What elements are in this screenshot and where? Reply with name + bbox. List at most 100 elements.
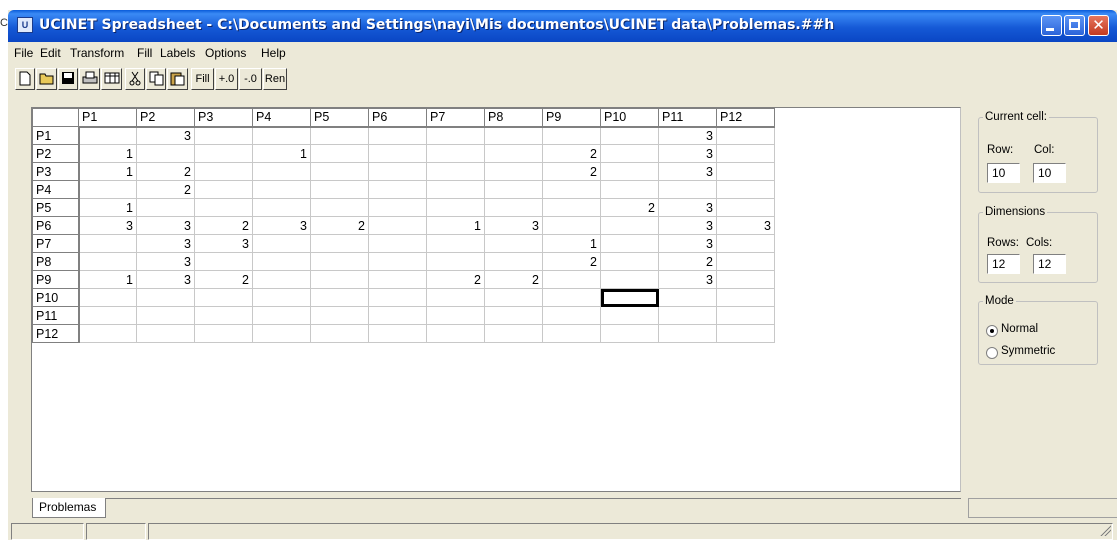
grid-cell[interactable]: 3 bbox=[484, 216, 543, 235]
grid-cell[interactable] bbox=[716, 198, 775, 217]
grid-cell[interactable] bbox=[368, 198, 427, 217]
grid-cell[interactable] bbox=[310, 324, 369, 343]
grid-cell[interactable] bbox=[310, 252, 369, 271]
grid-cell[interactable] bbox=[426, 126, 485, 145]
grid-cell[interactable]: 2 bbox=[600, 198, 659, 217]
grid-cell[interactable] bbox=[542, 180, 601, 199]
grid-cell[interactable] bbox=[368, 324, 427, 343]
row-header[interactable]: P8 bbox=[32, 252, 80, 271]
grid-cell[interactable] bbox=[252, 252, 311, 271]
remove-decimal-button[interactable]: -.0 bbox=[239, 68, 262, 90]
grid-cell[interactable] bbox=[310, 126, 369, 145]
grid-cell[interactable]: 2 bbox=[484, 270, 543, 289]
normal-radio[interactable] bbox=[986, 325, 998, 337]
grid-cell[interactable]: 3 bbox=[658, 144, 717, 163]
row-header[interactable]: P4 bbox=[32, 180, 80, 199]
grid-cell[interactable] bbox=[716, 252, 775, 271]
grid-cell[interactable] bbox=[136, 324, 195, 343]
grid-cell[interactable] bbox=[426, 234, 485, 253]
grid-cell[interactable] bbox=[136, 306, 195, 325]
menu-file[interactable]: File bbox=[14, 46, 33, 60]
grid-cell[interactable] bbox=[542, 306, 601, 325]
grid-cell[interactable] bbox=[484, 288, 543, 307]
grid-cell[interactable]: 3 bbox=[78, 216, 137, 235]
paste-button[interactable] bbox=[167, 68, 188, 90]
grid-cell[interactable]: 1 bbox=[78, 144, 137, 163]
sheet-tab-problemas[interactable]: Problemas bbox=[32, 498, 106, 518]
grid-cell[interactable]: 2 bbox=[426, 270, 485, 289]
menu-options[interactable]: Options bbox=[205, 46, 246, 60]
grid-cell[interactable] bbox=[252, 234, 311, 253]
grid-cell[interactable]: 3 bbox=[658, 198, 717, 217]
row-header[interactable]: P12 bbox=[32, 324, 80, 343]
grid-cell[interactable] bbox=[542, 324, 601, 343]
grid-cell[interactable]: 3 bbox=[658, 216, 717, 235]
column-header[interactable]: P3 bbox=[194, 108, 253, 128]
cols-field[interactable]: 12 bbox=[1033, 254, 1066, 274]
ucinet-app-icon[interactable]: U bbox=[17, 17, 33, 33]
grid-cell[interactable]: 3 bbox=[136, 270, 195, 289]
row-header[interactable]: P3 bbox=[32, 162, 80, 181]
grid-cell[interactable] bbox=[716, 162, 775, 181]
column-header[interactable]: P7 bbox=[426, 108, 485, 128]
grid-cell[interactable] bbox=[716, 288, 775, 307]
grid-cell[interactable] bbox=[310, 162, 369, 181]
grid-cell[interactable]: 3 bbox=[194, 234, 253, 253]
grid-cell[interactable] bbox=[368, 234, 427, 253]
grid-cell[interactable] bbox=[252, 306, 311, 325]
grid-cell[interactable] bbox=[600, 216, 659, 235]
grid-cell[interactable] bbox=[658, 324, 717, 343]
grid-cell[interactable]: 1 bbox=[78, 270, 137, 289]
grid-cell[interactable]: 2 bbox=[194, 216, 253, 235]
row-header[interactable]: P10 bbox=[32, 288, 80, 307]
print-button[interactable] bbox=[79, 68, 100, 90]
grid-cell[interactable] bbox=[368, 180, 427, 199]
grid-cell[interactable] bbox=[600, 126, 659, 145]
grid-cell[interactable] bbox=[310, 288, 369, 307]
current-col-field[interactable]: 10 bbox=[1033, 163, 1066, 183]
save-button[interactable] bbox=[58, 68, 78, 90]
grid-cell[interactable]: 2 bbox=[658, 252, 717, 271]
grid-cell[interactable] bbox=[78, 252, 137, 271]
grid-cell[interactable] bbox=[426, 306, 485, 325]
grid-cell[interactable] bbox=[194, 180, 253, 199]
menu-edit[interactable]: Edit bbox=[40, 46, 61, 60]
normal-label[interactable]: Normal bbox=[1001, 323, 1038, 335]
grid-cell[interactable] bbox=[426, 162, 485, 181]
row-header[interactable]: P9 bbox=[32, 270, 80, 289]
grid-cell[interactable] bbox=[310, 144, 369, 163]
grid-cell[interactable] bbox=[368, 216, 427, 235]
grid-cell[interactable] bbox=[426, 324, 485, 343]
grid-cell[interactable] bbox=[194, 288, 253, 307]
grid-cell[interactable] bbox=[484, 324, 543, 343]
grid-cell[interactable] bbox=[368, 270, 427, 289]
grid-cell[interactable] bbox=[426, 180, 485, 199]
grid-cell[interactable] bbox=[542, 216, 601, 235]
grid-cell[interactable]: 3 bbox=[136, 234, 195, 253]
fill-button[interactable]: Fill bbox=[191, 68, 214, 90]
grid-cell[interactable] bbox=[310, 306, 369, 325]
add-decimal-button[interactable]: +.0 bbox=[215, 68, 238, 90]
grid-cell[interactable]: 1 bbox=[252, 144, 311, 163]
grid-cell[interactable] bbox=[368, 162, 427, 181]
grid-cell[interactable]: 2 bbox=[310, 216, 369, 235]
new-button[interactable] bbox=[15, 68, 35, 90]
menu-fill[interactable]: Fill bbox=[137, 46, 152, 60]
rows-field[interactable]: 12 bbox=[987, 254, 1020, 274]
menu-labels[interactable]: Labels bbox=[160, 46, 195, 60]
grid-cell[interactable] bbox=[542, 270, 601, 289]
grid-cell[interactable] bbox=[600, 162, 659, 181]
column-header[interactable]: P6 bbox=[368, 108, 427, 128]
grid-cell[interactable] bbox=[716, 126, 775, 145]
grid-cell[interactable]: 3 bbox=[658, 234, 717, 253]
grid-cell[interactable] bbox=[368, 126, 427, 145]
grid-cell[interactable] bbox=[78, 324, 137, 343]
grid-cell[interactable] bbox=[658, 288, 717, 307]
grid-cell[interactable] bbox=[716, 324, 775, 343]
grid-cell[interactable] bbox=[194, 162, 253, 181]
grid-cell[interactable]: 3 bbox=[136, 216, 195, 235]
grid-cell[interactable] bbox=[78, 288, 137, 307]
grid-cell[interactable]: 1 bbox=[426, 216, 485, 235]
cut-button[interactable] bbox=[125, 68, 145, 90]
row-header[interactable]: P6 bbox=[32, 216, 80, 235]
